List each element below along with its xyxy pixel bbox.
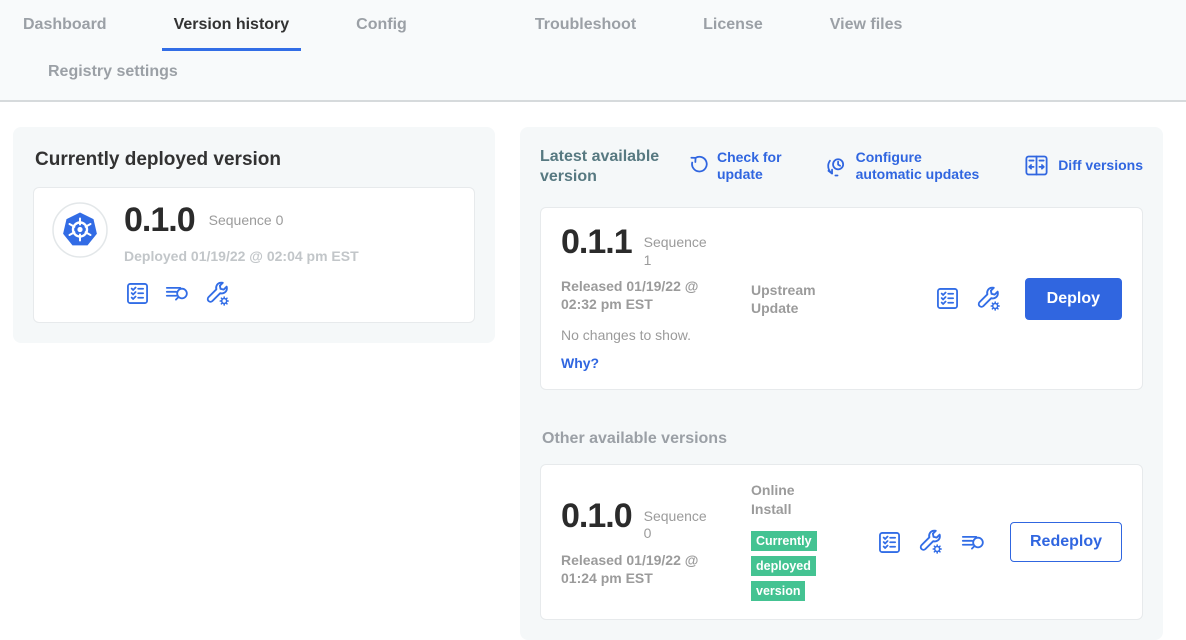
- configure-automatic-updates-label: Configure automatic updates: [856, 149, 988, 183]
- tab-version-history[interactable]: Version history: [162, 12, 302, 51]
- other-available-versions-title: Other available versions: [542, 430, 1143, 448]
- other-version-actions: Redeploy: [876, 522, 1122, 562]
- available-versions-panel: Latest available version Check for updat…: [520, 127, 1163, 640]
- diff-versions-link[interactable]: Diff versions: [1023, 152, 1143, 179]
- latest-version-card: 0.1.1 Sequence 1 Released 01/19/22 @ 02:…: [540, 207, 1143, 390]
- check-for-update-link[interactable]: Check for update: [688, 149, 790, 183]
- config-icon[interactable]: [975, 285, 1003, 313]
- tab-dashboard[interactable]: Dashboard: [11, 12, 119, 51]
- config-icon[interactable]: [204, 280, 232, 308]
- tab-license[interactable]: License: [691, 12, 775, 51]
- other-version-card: 0.1.0 Sequence 0 Released 01/19/22 @ 01:…: [540, 464, 1143, 620]
- config-icon[interactable]: [917, 528, 945, 556]
- deploy-button[interactable]: Deploy: [1025, 278, 1122, 320]
- tab-view-files[interactable]: View files: [818, 12, 915, 51]
- version-actions: Check for update Configure automatic upd…: [688, 149, 1143, 183]
- other-source-column: Online Install Currently deployed versio…: [751, 481, 833, 603]
- main-content: Currently deployed version 0.1.0 Sequenc…: [0, 102, 1186, 640]
- currently-deployed-panel: Currently deployed version 0.1.0 Sequenc…: [13, 127, 495, 343]
- preflight-checks-icon[interactable]: [124, 280, 151, 307]
- deploy-logs-icon[interactable]: [163, 280, 192, 307]
- tab-config[interactable]: Config: [344, 12, 419, 51]
- currently-deployed-badge: Currently deployed version: [751, 531, 817, 601]
- other-version-details: 0.1.0 Sequence 0 Released 01/19/22 @ 01:…: [561, 498, 749, 587]
- other-sequence-label: Sequence 0: [644, 508, 712, 543]
- top-navigation: Dashboard Version history Config Trouble…: [0, 0, 1186, 102]
- deployed-version-number: 0.1.0: [124, 202, 195, 239]
- tab-troubleshoot[interactable]: Troubleshoot: [523, 12, 648, 51]
- other-version-number: 0.1.0: [561, 498, 632, 535]
- kubernetes-logo-icon: [52, 202, 108, 258]
- redeploy-button[interactable]: Redeploy: [1010, 522, 1122, 562]
- deployed-version-details: 0.1.0 Sequence 0 Deployed 01/19/22 @ 02:…: [124, 202, 359, 308]
- latest-released-timestamp: Released 01/19/22 @ 02:32 pm EST: [561, 277, 731, 313]
- diff-icon: [1023, 152, 1050, 179]
- latest-source-label: Upstream Update: [751, 281, 833, 317]
- latest-available-header: Latest available version Check for updat…: [540, 147, 1143, 187]
- latest-version-number: 0.1.1: [561, 224, 632, 261]
- latest-available-title: Latest available version: [540, 147, 674, 187]
- why-link[interactable]: Why?: [561, 355, 599, 371]
- currently-deployed-title: Currently deployed version: [35, 149, 475, 171]
- no-changes-text: No changes to show.: [561, 327, 749, 343]
- deployed-timestamp: Deployed 01/19/22 @ 02:04 pm EST: [124, 247, 359, 265]
- deploy-logs-icon[interactable]: [959, 529, 988, 556]
- currently-deployed-badge-wrap: Currently deployed version: [751, 528, 833, 604]
- preflight-checks-icon[interactable]: [934, 285, 961, 312]
- latest-version-actions: Deploy: [934, 278, 1122, 320]
- configure-automatic-updates-link[interactable]: Configure automatic updates: [826, 149, 988, 183]
- refresh-icon: [688, 155, 709, 176]
- schedule-icon: [826, 155, 848, 177]
- check-for-update-label: Check for update: [717, 149, 790, 183]
- deployed-sequence-label: Sequence 0: [209, 212, 284, 230]
- latest-version-details: 0.1.1 Sequence 1 Released 01/19/22 @ 02:…: [561, 224, 749, 373]
- diff-versions-label: Diff versions: [1058, 157, 1143, 174]
- tab-registry-settings[interactable]: Registry settings: [36, 59, 190, 88]
- nav-tabs-row-2: Registry settings: [0, 51, 1186, 100]
- nav-tabs-row: Dashboard Version history Config Trouble…: [0, 12, 1186, 51]
- other-source-label: Online Install: [751, 481, 833, 517]
- latest-sequence-label: Sequence 1: [644, 234, 712, 269]
- other-released-timestamp: Released 01/19/22 @ 01:24 pm EST: [561, 551, 731, 587]
- currently-deployed-card: 0.1.0 Sequence 0 Deployed 01/19/22 @ 02:…: [33, 187, 475, 323]
- preflight-checks-icon[interactable]: [876, 529, 903, 556]
